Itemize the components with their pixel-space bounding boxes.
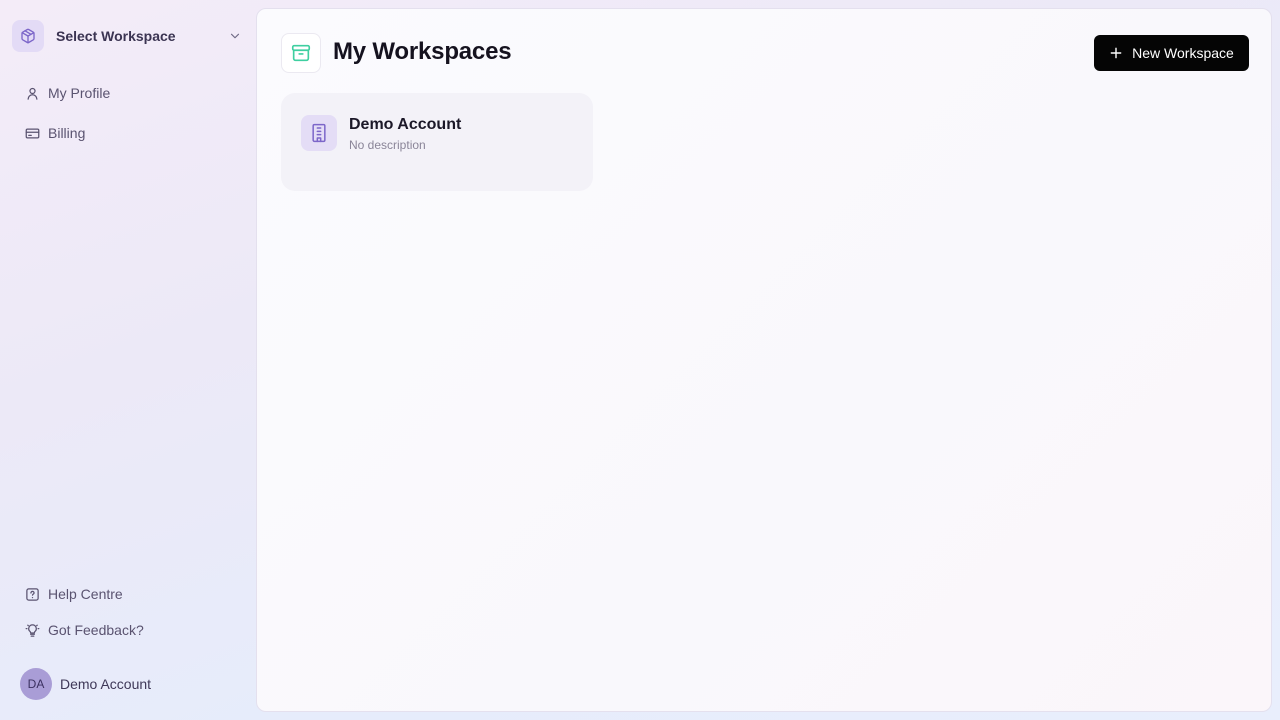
sidebar-item-my-profile[interactable]: My Profile bbox=[24, 81, 110, 105]
workspace-card[interactable]: Demo Account No description bbox=[281, 93, 593, 191]
new-workspace-button[interactable]: New Workspace bbox=[1094, 35, 1249, 71]
workspace-selector[interactable]: Select Workspace bbox=[12, 20, 244, 52]
building-icon bbox=[301, 115, 337, 151]
plus-icon bbox=[1110, 47, 1122, 59]
help-icon bbox=[24, 586, 40, 602]
workspace-name: Demo Account bbox=[349, 116, 462, 133]
workspace-description: No description bbox=[349, 138, 426, 152]
archive-box-icon bbox=[281, 33, 321, 73]
sidebar-item-feedback[interactable]: Got Feedback? bbox=[24, 618, 144, 642]
user-menu[interactable]: DA Demo Account bbox=[20, 668, 151, 700]
page-title: My Workspaces bbox=[333, 38, 512, 65]
sidebar: Select Workspace My Profile Billing Help… bbox=[0, 0, 256, 720]
user-name: Demo Account bbox=[60, 676, 152, 692]
sidebar-item-label: Got Feedback? bbox=[48, 622, 144, 638]
avatar: DA bbox=[20, 668, 52, 700]
new-workspace-label: New Workspace bbox=[1132, 45, 1234, 61]
main-panel: My Workspaces New Workspace Demo Account… bbox=[256, 8, 1272, 712]
lightbulb-icon bbox=[24, 622, 40, 638]
sidebar-item-help-centre[interactable]: Help Centre bbox=[24, 582, 123, 606]
box-icon bbox=[12, 20, 44, 52]
workspace-selector-label: Select Workspace bbox=[56, 28, 176, 44]
credit-card-icon bbox=[24, 125, 40, 141]
sidebar-item-label: My Profile bbox=[48, 85, 111, 101]
sidebar-item-billing[interactable]: Billing bbox=[24, 121, 85, 145]
chevron-down-icon bbox=[230, 33, 240, 39]
sidebar-item-label: Billing bbox=[48, 125, 86, 141]
user-icon bbox=[24, 85, 40, 101]
sidebar-item-label: Help Centre bbox=[48, 586, 123, 602]
